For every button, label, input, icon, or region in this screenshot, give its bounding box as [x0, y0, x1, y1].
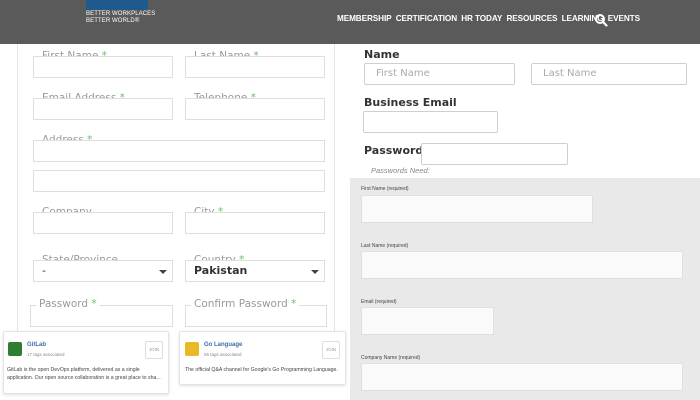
- business-email-label: Business Email: [364, 96, 457, 109]
- card-subtitle: 65 tags associated: [204, 352, 242, 357]
- company-input[interactable]: [33, 212, 173, 234]
- nav-hr-today[interactable]: HR TODAY: [461, 14, 502, 23]
- country-select[interactable]: Pakistan: [185, 260, 325, 282]
- last-name-field[interactable]: Last Name: [531, 63, 687, 85]
- join-button[interactable]: JOIN: [322, 341, 340, 359]
- join-button[interactable]: JOIN: [145, 341, 163, 359]
- grey-last-name-input[interactable]: [361, 251, 683, 279]
- card-description: The official Q&A channel for Google's Go…: [185, 367, 338, 373]
- grey-email-input[interactable]: [361, 307, 494, 335]
- logo-tagline-1: BETTER WORKPLACES: [86, 11, 156, 17]
- last-name-input[interactable]: [185, 56, 325, 78]
- email-input[interactable]: [33, 98, 173, 120]
- address-input-1[interactable]: [33, 140, 325, 162]
- grey-company-input[interactable]: [361, 363, 683, 391]
- grey-email-label: Email (required): [361, 299, 397, 305]
- nav-membership[interactable]: MEMBERSHIP: [337, 14, 392, 23]
- grey-first-name-input[interactable]: [361, 195, 593, 223]
- chevron-down-icon: [159, 270, 167, 274]
- password-label: Password *: [36, 298, 100, 310]
- confirm-password-label: Confirm Password *: [191, 298, 300, 310]
- card-title[interactable]: Go Language: [204, 342, 242, 348]
- search-icon[interactable]: [594, 13, 608, 27]
- community-card-go[interactable]: [179, 331, 346, 385]
- grey-last-name-label: Last Name (required): [361, 243, 409, 249]
- nav-resources[interactable]: RESOURCES: [506, 14, 557, 23]
- go-logo-icon: [185, 342, 199, 356]
- card-description: GitLab is the open DevOps platform, deli…: [7, 367, 161, 381]
- first-name-field[interactable]: First Name: [364, 63, 515, 85]
- chevron-down-icon: [311, 270, 319, 274]
- business-email-field[interactable]: [363, 111, 498, 133]
- card-subtitle: 17 tags associated: [27, 352, 65, 357]
- nav-certification[interactable]: CERTIFICATION: [396, 14, 457, 23]
- password-field-label: Password: [364, 144, 424, 157]
- name-label: Name: [364, 48, 400, 61]
- logo-tagline-2: BETTER WORLD®: [86, 18, 140, 24]
- grey-first-name-label: First Name (required): [361, 186, 409, 192]
- password-hint: Passwords Need:: [371, 166, 430, 175]
- state-select[interactable]: -: [33, 260, 173, 282]
- first-name-input[interactable]: [33, 56, 173, 78]
- card-title[interactable]: GitLab: [27, 342, 46, 348]
- address-input-2[interactable]: [33, 170, 325, 192]
- password-field[interactable]: [421, 143, 568, 165]
- shrm-logo[interactable]: [86, 0, 148, 10]
- community-card-gitlab[interactable]: [3, 331, 169, 394]
- telephone-input[interactable]: [185, 98, 325, 120]
- grey-company-label: Company Name (required): [361, 355, 421, 361]
- city-input[interactable]: [185, 212, 325, 234]
- gitlab-logo-icon: [8, 342, 22, 356]
- nav-events[interactable]: EVENTS: [608, 14, 640, 23]
